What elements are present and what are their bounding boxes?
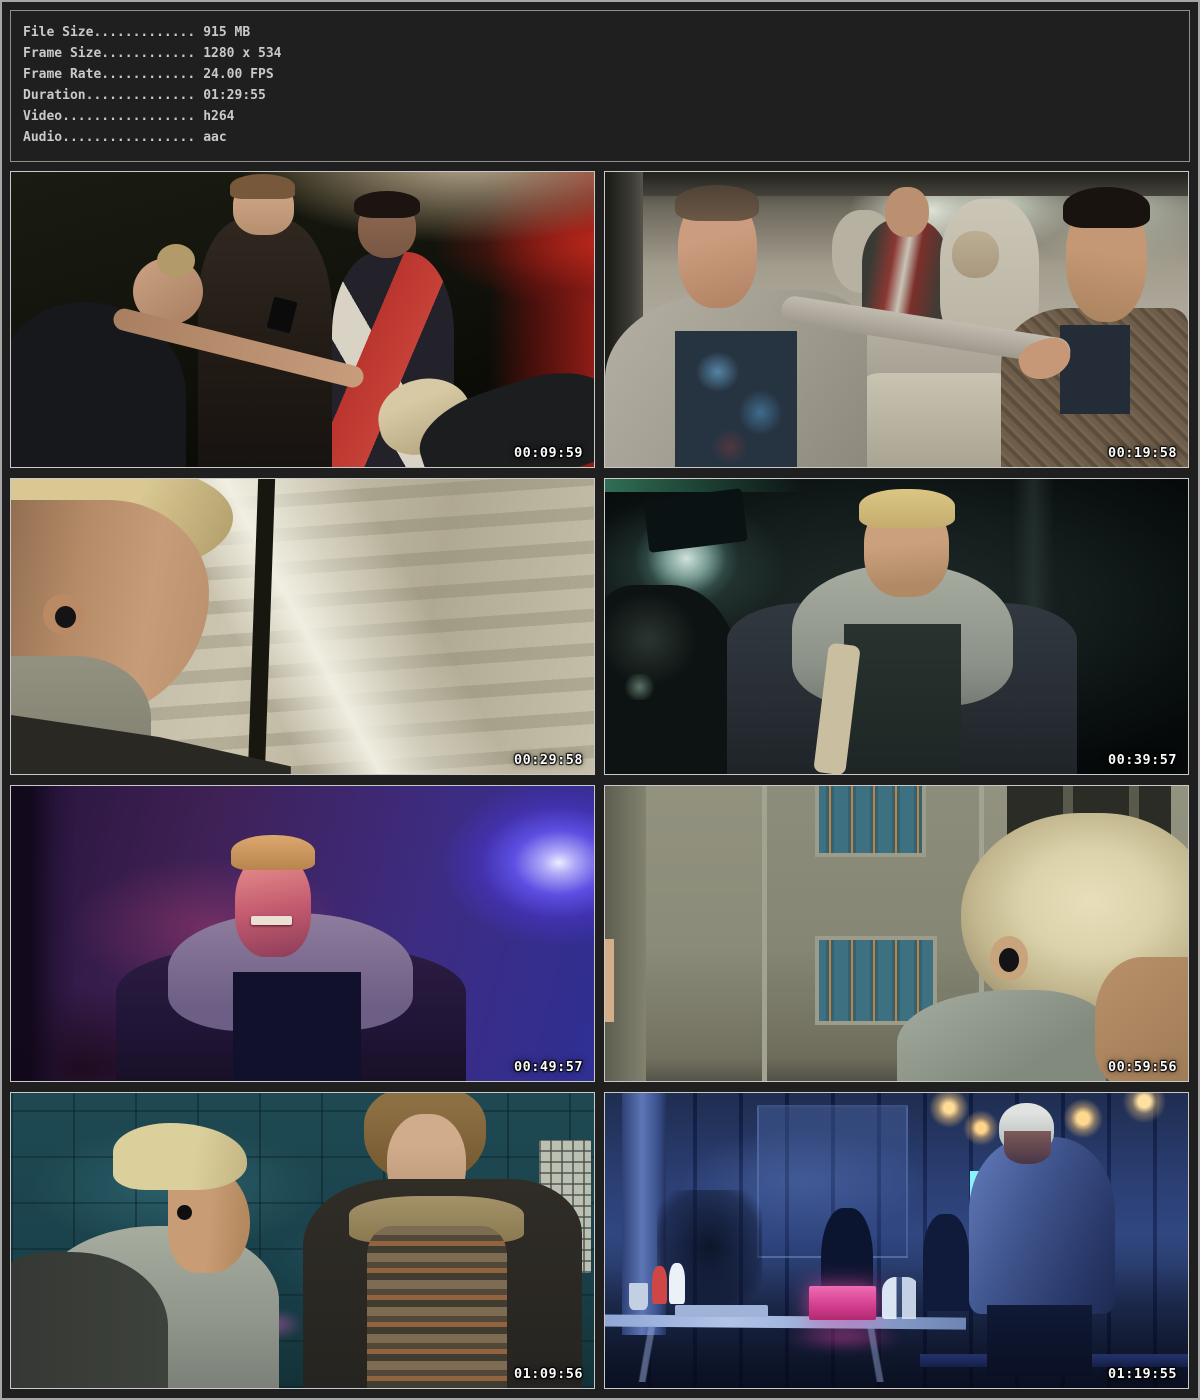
white-bottle — [669, 1263, 685, 1304]
dot-leader: .............. — [86, 88, 196, 103]
person-hair — [1063, 187, 1150, 228]
video-screenshot-2: 00:19:58 — [604, 171, 1189, 468]
person-shirt — [1060, 325, 1130, 414]
table-legs — [628, 1326, 949, 1382]
dot-leader: ................. — [62, 109, 195, 124]
video-screenshot-1: 00:09:59 — [10, 171, 595, 468]
green-sign — [605, 479, 803, 492]
earbud — [999, 948, 1019, 972]
teeth — [251, 916, 292, 925]
media-info-sheet: File Size.............915 MB Frame Size.… — [0, 0, 1200, 1400]
video-screenshot-3: 00:29:58 — [10, 478, 595, 775]
person-jacket — [969, 1137, 1115, 1314]
file-info-value: aac — [195, 130, 226, 145]
screenshot-grid: 00:09:59 00:19:58 — [10, 171, 1190, 1389]
timestamp-overlay: 00:29:58 — [514, 752, 583, 768]
pink-box — [809, 1286, 876, 1320]
video-screenshot-7: 01:09:56 — [10, 1092, 595, 1389]
file-info-row: File Size.............915 MB — [23, 22, 1177, 43]
video-screenshot-8: 01:19:55 — [604, 1092, 1189, 1389]
timestamp-overlay: 00:59:56 — [1108, 1059, 1177, 1075]
file-info-row: Frame Rate............24.00 FPS — [23, 64, 1177, 85]
file-info-row: Audio.................aac — [23, 127, 1177, 148]
timestamp-overlay: 01:09:56 — [514, 1366, 583, 1382]
warm-edge — [605, 939, 614, 1022]
file-info-row: Video.................h264 — [23, 106, 1177, 127]
person-hair — [157, 244, 195, 276]
file-info-label: Video — [23, 109, 62, 124]
person-hair — [859, 489, 955, 527]
dot-leader: ............ — [101, 46, 195, 61]
red-bottle — [652, 1266, 667, 1304]
file-info-label: Frame Rate — [23, 67, 101, 82]
timestamp-overlay: 01:19:55 — [1108, 1366, 1177, 1382]
person-hair — [231, 835, 315, 870]
pattern-panel — [815, 786, 926, 857]
file-info-row: Frame Size............1280 x 534 — [23, 43, 1177, 64]
file-info-label: Duration — [23, 88, 86, 103]
light-glow — [622, 674, 657, 701]
video-screenshot-5: 00:49:57 — [10, 785, 595, 1082]
person-shirt — [675, 331, 797, 467]
file-info-value: 01:29:55 — [195, 88, 266, 103]
person-face — [1004, 1131, 1051, 1163]
dark-wall — [11, 786, 75, 1081]
window-pillar — [248, 478, 276, 775]
timestamp-overlay: 00:09:59 — [514, 445, 583, 461]
file-info-row: Duration..............01:29:55 — [23, 85, 1177, 106]
person-hair — [354, 191, 420, 218]
file-info-value: 915 MB — [195, 25, 250, 40]
dot-leader: ............. — [93, 25, 195, 40]
video-screenshot-6: 00:59:56 — [604, 785, 1189, 1082]
papers — [675, 1305, 768, 1317]
cup — [629, 1283, 648, 1310]
dot-leader: ................. — [62, 130, 195, 145]
person-silhouette — [923, 1214, 970, 1311]
timestamp-overlay: 00:49:57 — [514, 1059, 583, 1075]
timestamp-overlay: 00:39:57 — [1108, 752, 1177, 768]
person-hair — [675, 185, 760, 220]
dot-leader: ............ — [101, 67, 195, 82]
file-info-label: Frame Size — [23, 46, 101, 61]
person-shirt — [233, 972, 361, 1081]
file-info-value: 1280 x 534 — [195, 46, 281, 61]
file-info-label: Audio — [23, 130, 62, 145]
person-hair — [113, 1123, 247, 1191]
file-info-value: h264 — [195, 109, 234, 124]
file-info-value: 24.00 FPS — [195, 67, 273, 82]
person-hair — [230, 174, 295, 199]
timestamp-overlay: 00:19:58 — [1108, 445, 1177, 461]
wall-sliver — [605, 786, 646, 1081]
dark-panel — [643, 488, 748, 553]
person-pants — [987, 1305, 1092, 1376]
bottles — [882, 1277, 920, 1318]
person-head — [952, 231, 999, 278]
car-seat — [862, 373, 1014, 467]
earbud — [55, 606, 76, 628]
person-shirt — [844, 624, 961, 774]
video-screenshot-4: 00:39:57 — [604, 478, 1189, 775]
file-info-label: File Size — [23, 25, 93, 40]
knit-sweater — [367, 1226, 507, 1388]
file-info-panel: File Size.............915 MB Frame Size.… — [10, 10, 1190, 162]
person-head — [885, 187, 929, 237]
